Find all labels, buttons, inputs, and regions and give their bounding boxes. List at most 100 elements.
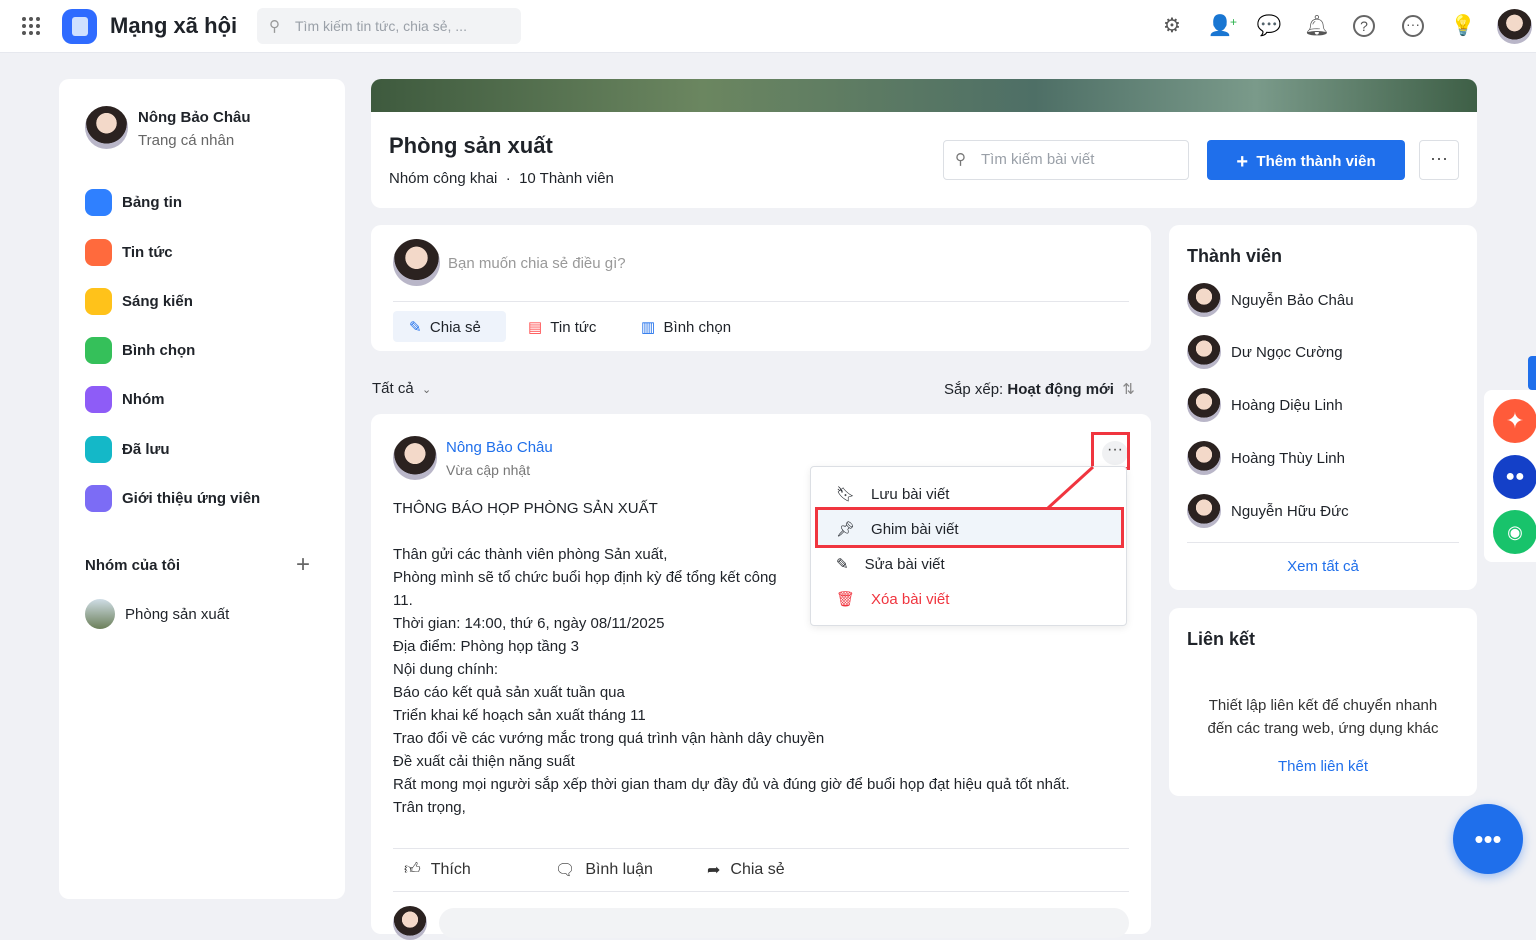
see-all-members-link[interactable]: Xem tất cả	[1169, 558, 1477, 575]
plus-icon: +	[1236, 151, 1249, 173]
sidebar-item-news[interactable]: Tin tức	[85, 239, 173, 266]
add-member-button[interactable]: + Thêm thành viên	[1207, 140, 1405, 180]
help-icon[interactable]: ?	[1353, 15, 1375, 37]
thumbs-up-icon: 👍︎	[404, 861, 421, 878]
settings-gear-icon[interactable]: ⚙	[1159, 13, 1185, 39]
members-card: Thành viên Nguyễn Bảo Châu Dư Ngọc Cường…	[1169, 225, 1477, 590]
add-group-plus-icon[interactable]: +	[296, 551, 310, 579]
post-line: Đề xuất cải thiện năng suất	[393, 753, 575, 770]
label: Bình chọn	[122, 342, 196, 359]
top-bar: Mạng xã hội ⚲ Tìm kiếm tin tức, chia sẻ, …	[0, 0, 1536, 53]
member-item[interactable]: Nguyễn Hữu Đức	[1187, 494, 1349, 528]
bookmark-icon: 🔖︎	[836, 486, 856, 503]
chat-bot-icon[interactable]: ◉	[1493, 510, 1536, 554]
menu-delete-post[interactable]: 🗑︎ Xóa bài viết	[836, 590, 949, 609]
member-item[interactable]: Nguyễn Bảo Châu	[1187, 283, 1354, 317]
ai-sparkle-icon[interactable]: ✦	[1493, 399, 1536, 443]
sidebar-item-ideas[interactable]: Sáng kiến	[85, 288, 193, 315]
chevron-down-icon: ⌄	[422, 384, 432, 396]
candidate-icon	[85, 485, 112, 512]
profile-name[interactable]: Nông Bảo Châu	[138, 109, 251, 126]
tab-news[interactable]: ▤ Tin tức	[528, 318, 596, 336]
bell-icon[interactable]: 🔔︎	[1304, 13, 1330, 39]
sidebar-item-saved[interactable]: Đã lưu	[85, 436, 170, 463]
chat-fab-button[interactable]: •••	[1453, 804, 1523, 874]
post-search-input[interactable]: ⚲ Tìm kiếm bài viết	[943, 140, 1189, 180]
links-card: Liên kết Thiết lập liên kết để chuyển nh…	[1169, 608, 1477, 796]
label: Thêm thành viên	[1256, 153, 1376, 170]
member-item[interactable]: Hoàng Diệu Linh	[1187, 388, 1343, 422]
desc-line: Thiết lập liên kết để chuyển nhanh	[1208, 697, 1438, 714]
post-line: Trân trọng,	[393, 799, 466, 816]
member-name: Dư Ngọc Cường	[1231, 343, 1343, 361]
member-name: Hoàng Diệu Linh	[1231, 396, 1343, 414]
group-avatar	[85, 599, 115, 629]
label: Chia sẻ	[429, 319, 481, 336]
tab-share[interactable]: ✎ Chia sẻ	[393, 311, 506, 342]
floating-widget-panel: ✦ ●● ◉	[1484, 390, 1536, 562]
global-search-input[interactable]: ⚲ Tìm kiếm tin tức, chia sẻ, ...	[257, 8, 521, 44]
post-line: Nội dung chính:	[393, 661, 499, 678]
app-logo-icon	[62, 9, 97, 44]
post-line: Triển khai kế hoạch sản xuất tháng 11	[393, 707, 646, 724]
label: Sửa bài viết	[864, 555, 945, 573]
share-button[interactable]: ➦ Chia sẻ	[707, 860, 785, 880]
idea-book-icon[interactable]: 💡	[1450, 13, 1476, 39]
links-title: Liên kết	[1187, 629, 1256, 649]
sidebar-item-news-feed[interactable]: Bảng tin	[85, 189, 182, 216]
post-composer: Bạn muốn chia sẻ điều gì? ✎ Chia sẻ ▤ Ti…	[371, 225, 1151, 351]
comment-button[interactable]: 🗨︎ Bình luận	[555, 860, 653, 880]
apps-grid-icon[interactable]	[22, 17, 40, 35]
label: Bình luận	[585, 861, 653, 878]
more-circle-icon[interactable]: ···	[1402, 15, 1424, 37]
profile-subtitle[interactable]: Trang cá nhân	[138, 132, 234, 149]
sort-value: Hoạt động mới	[1007, 381, 1114, 398]
divider	[393, 301, 1129, 302]
post-author[interactable]: Nông Bảo Châu	[446, 439, 553, 456]
composer-input[interactable]: Bạn muốn chia sẻ điều gì?	[448, 255, 626, 272]
member-item[interactable]: Dư Ngọc Cường	[1187, 335, 1343, 369]
user-avatar[interactable]	[1497, 9, 1532, 44]
label: Đã lưu	[122, 441, 170, 458]
sort-arrows-icon: ⇅	[1122, 381, 1135, 398]
member-avatar	[1187, 283, 1221, 317]
collapse-tab[interactable]	[1528, 356, 1536, 390]
member-name: Nguyễn Bảo Châu	[1231, 291, 1354, 309]
menu-edit-post[interactable]: ✎ Sửa bài viết	[836, 555, 945, 574]
add-link-button[interactable]: Thêm liên kết	[1169, 758, 1477, 775]
profile-avatar[interactable]	[85, 106, 128, 149]
sidebar-item-polls[interactable]: Bình chọn	[85, 337, 195, 364]
composer-avatar	[393, 239, 440, 286]
like-button[interactable]: 👍︎ Thích	[404, 860, 471, 879]
search-icon: ⚲	[955, 151, 966, 168]
search-icon: ⚲	[269, 18, 280, 35]
messenger-icon[interactable]: 💬	[1256, 13, 1282, 39]
group-more-button[interactable]: ···	[1419, 140, 1459, 180]
poll-chart-icon: ▥	[641, 319, 656, 336]
sidebar-item-groups[interactable]: Nhóm	[85, 386, 165, 413]
add-friend-icon[interactable]: 👤 +	[1207, 13, 1237, 39]
divider	[393, 848, 1129, 849]
robot-assistant-icon[interactable]: ●●	[1493, 455, 1536, 499]
menu-save-post[interactable]: 🔖︎ Lưu bài viết	[836, 485, 949, 504]
group-meta: Nhóm công khai · 10 Thành viên	[389, 170, 614, 187]
group-name: Phòng sản xuất	[389, 133, 553, 158]
label: Nhóm	[122, 391, 165, 408]
group-members-count[interactable]: 10 Thành viên	[519, 170, 614, 187]
sort-dropdown[interactable]: Sắp xếp: Hoạt động mới ⇅	[944, 380, 1135, 398]
search-placeholder: Tìm kiếm tin tức, chia sẻ, ...	[295, 18, 467, 34]
group-item[interactable]: Phòng sản xuất	[85, 599, 229, 629]
member-item[interactable]: Hoàng Thùy Linh	[1187, 441, 1345, 475]
filter-all-dropdown[interactable]: Tất cả ⌄	[372, 380, 431, 397]
members-title: Thành viên	[1187, 246, 1283, 266]
label: Sáng kiến	[122, 293, 193, 310]
post-author-avatar[interactable]	[393, 436, 437, 480]
tab-poll[interactable]: ▥ Bình chọn	[641, 318, 731, 336]
highlight-box	[815, 507, 1124, 548]
label: Tin tức	[122, 244, 173, 261]
sidebar-item-candidates[interactable]: Giới thiệu ứng viên	[85, 485, 260, 512]
comment-input[interactable]	[439, 908, 1129, 938]
links-description: Thiết lập liên kết để chuyển nhanh đến cá…	[1169, 694, 1477, 740]
bookmark-icon	[85, 436, 112, 463]
left-sidebar: Nông Bảo Châu Trang cá nhân Bảng tin Tin…	[59, 79, 345, 899]
